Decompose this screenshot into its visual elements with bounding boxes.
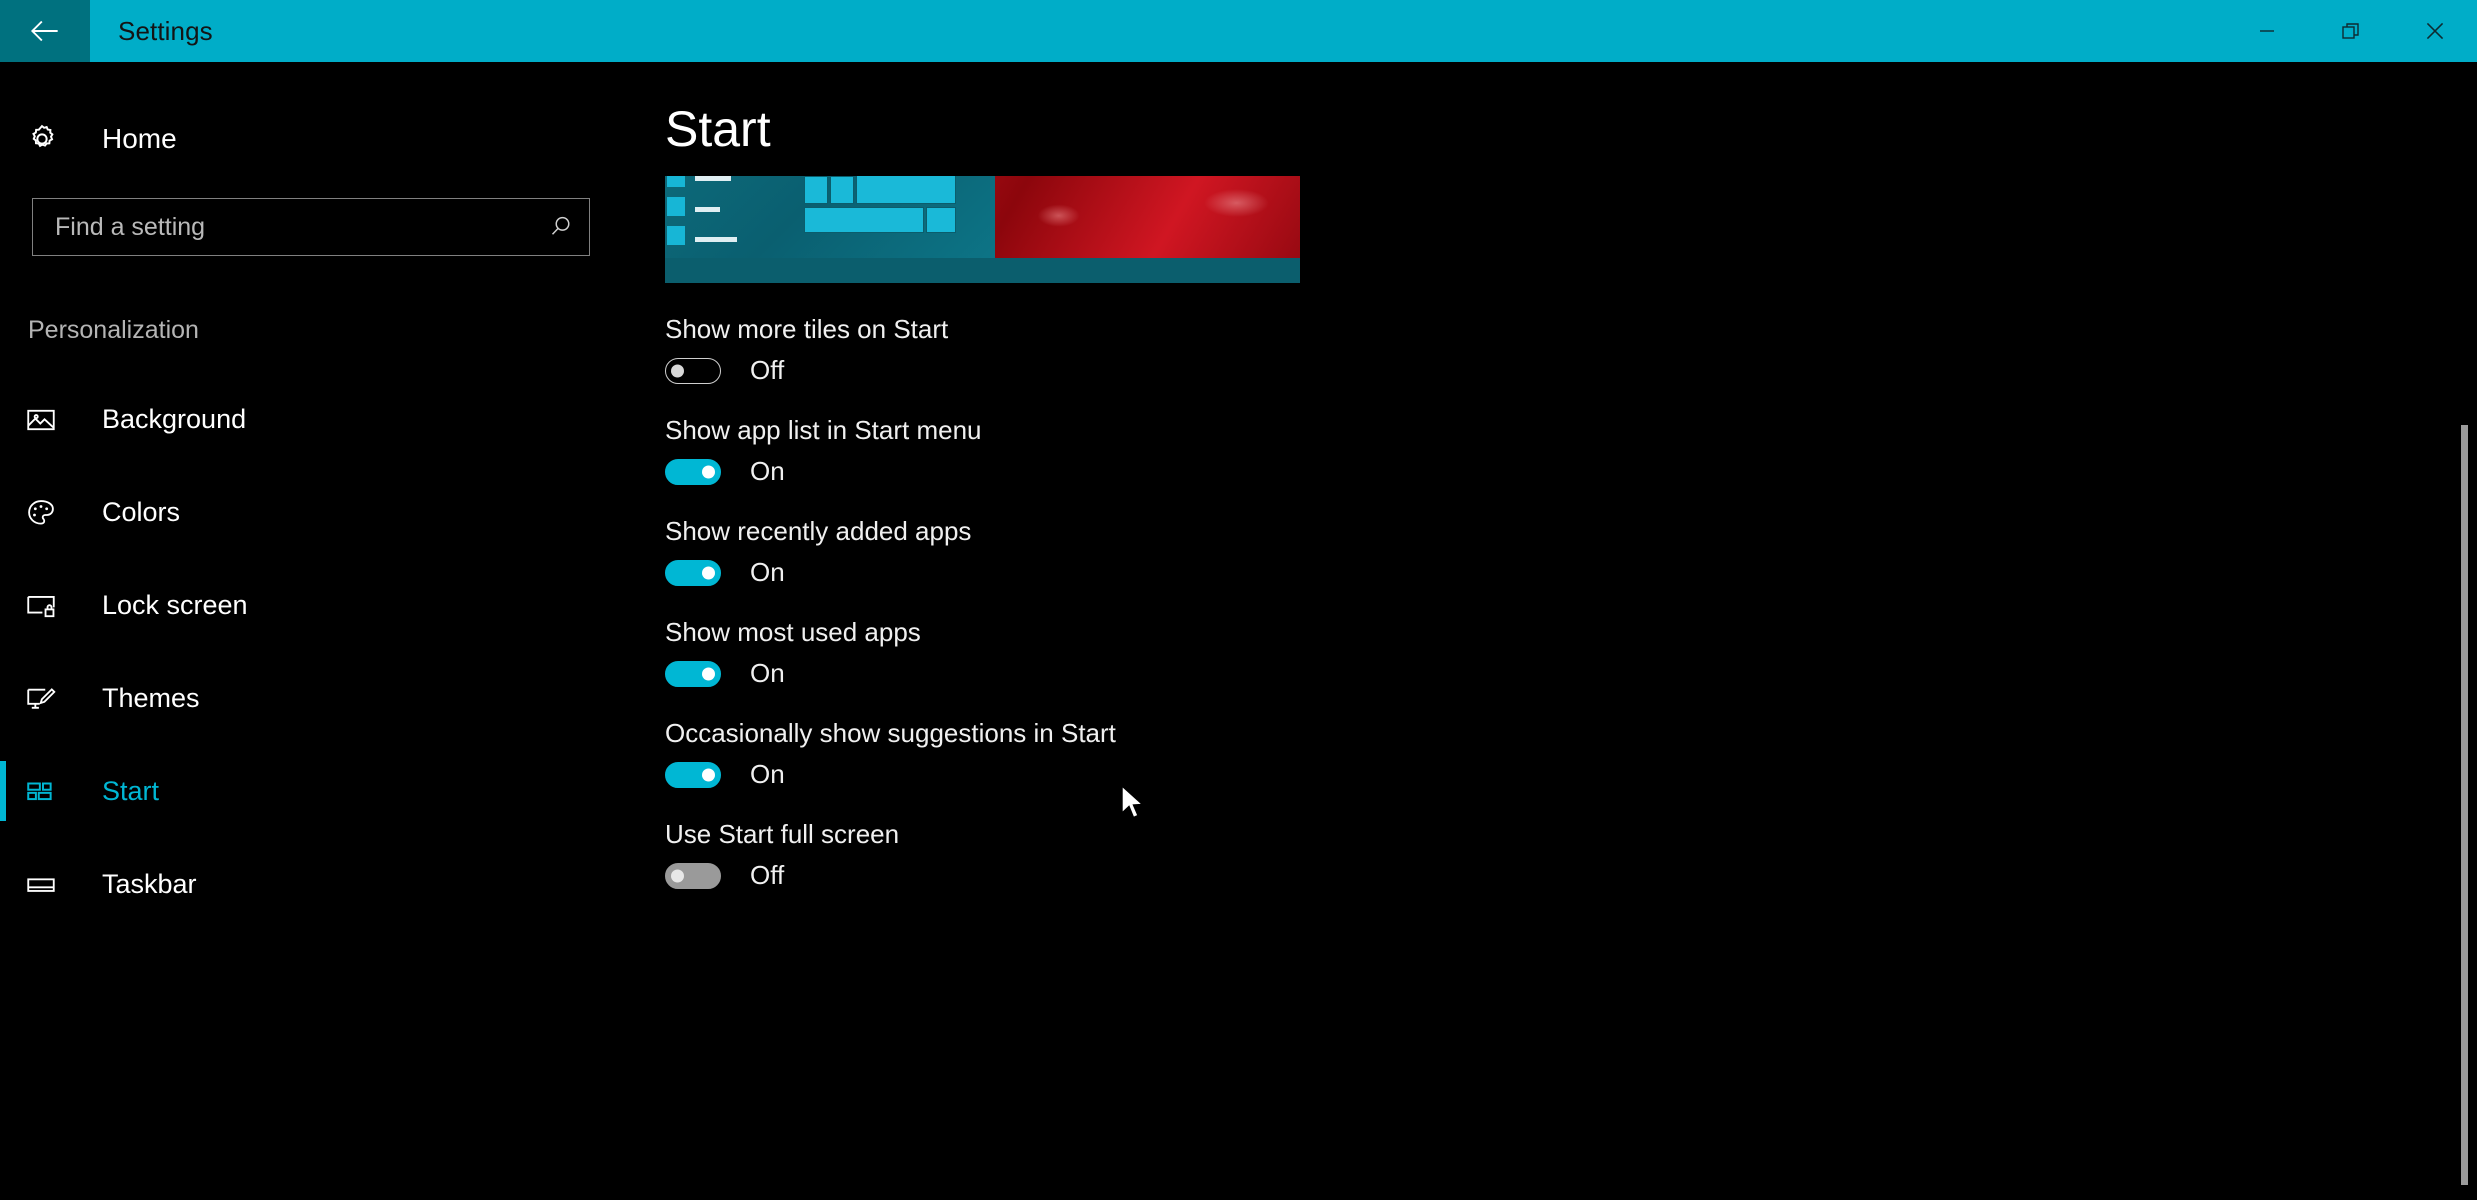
start-tiles-icon: [24, 775, 80, 809]
search-input[interactable]: [33, 199, 531, 255]
sidebar-item-taskbar-label: Taskbar: [102, 869, 197, 899]
back-button[interactable]: [0, 0, 90, 62]
toggle-knob: [702, 465, 715, 478]
lock-screen-icon: [24, 589, 80, 623]
picture-icon: [24, 403, 80, 437]
preview-taskbar: [665, 258, 1300, 283]
gear-icon: [24, 121, 80, 157]
toggle-knob: [671, 364, 684, 377]
sidebar-item-themes-label: Themes: [102, 683, 200, 713]
sidebar-item-colors[interactable]: Colors: [0, 466, 660, 559]
sidebar-item-start[interactable]: Start: [0, 745, 660, 838]
setting-show-most-used-apps: Show most used apps On: [665, 617, 1665, 689]
start-menu-preview-image: [665, 176, 1300, 283]
sidebar-item-background-label: Background: [102, 404, 247, 434]
setting-label: Occasionally show suggestions in Start: [665, 718, 1116, 748]
sidebar-item-start-label: Start: [102, 776, 160, 806]
toggle-show-recently-added-apps[interactable]: [665, 559, 721, 586]
sidebar-item-home[interactable]: Home: [0, 104, 660, 174]
page-title: Start: [665, 101, 771, 157]
toggle-knob: [702, 667, 715, 680]
sidebar-item-themes[interactable]: Themes: [0, 652, 660, 745]
setting-label: Show most used apps: [665, 617, 921, 647]
search-icon[interactable]: [531, 212, 589, 242]
toggle-show-app-list[interactable]: [665, 458, 721, 485]
palette-icon: [24, 496, 80, 530]
sidebar-item-home-label: Home: [102, 123, 177, 154]
toggle-knob: [702, 768, 715, 781]
start-menu-preview: [665, 176, 1300, 283]
sidebar-item-background[interactable]: Background: [0, 373, 660, 466]
sidebar-item-lock-screen[interactable]: Lock screen: [0, 559, 660, 652]
toggle-state-label: On: [750, 759, 785, 789]
setting-label: Show recently added apps: [665, 516, 972, 546]
setting-show-app-list: Show app list in Start menu On: [665, 415, 1665, 487]
settings-list: Show more tiles on Start Off Show app li…: [665, 314, 1665, 920]
taskbar-icon: [24, 868, 80, 902]
restore-button[interactable]: [2309, 0, 2393, 62]
toggle-state-label: Off: [750, 860, 785, 890]
setting-label: Use Start full screen: [665, 819, 900, 849]
preview-icon-rail: [665, 176, 687, 259]
toggle-knob: [702, 566, 715, 579]
sidebar-item-colors-label: Colors: [102, 497, 181, 527]
toggle-state-label: On: [750, 658, 785, 688]
setting-label: Show app list in Start menu: [665, 415, 982, 445]
app-title: Settings: [118, 15, 213, 46]
setting-show-more-tiles: Show more tiles on Start Off: [665, 314, 1665, 386]
close-button[interactable]: [2393, 0, 2477, 62]
window-controls: [2225, 0, 2477, 62]
title-bar: Settings: [0, 0, 2477, 62]
search-box[interactable]: [32, 198, 590, 256]
restore-icon: [2342, 23, 2359, 39]
setting-label: Show more tiles on Start: [665, 314, 949, 344]
scrollbar-thumb[interactable]: [2461, 425, 2468, 1185]
sidebar-nav: Background Colors Lock screen Themes Sta…: [0, 373, 660, 931]
minimize-icon: [2260, 30, 2274, 32]
toggle-show-more-tiles[interactable]: [665, 357, 721, 384]
toggle-state-label: On: [750, 456, 785, 486]
toggle-use-start-full-screen[interactable]: [665, 862, 721, 889]
sidebar-item-lock-screen-label: Lock screen: [102, 590, 248, 620]
close-icon: [2426, 22, 2444, 40]
vertical-scrollbar[interactable]: [2461, 62, 2468, 1200]
toggle-knob: [671, 869, 684, 882]
toggle-show-most-used-apps[interactable]: [665, 660, 721, 687]
toggle-state-label: On: [750, 557, 785, 587]
setting-use-start-full-screen: Use Start full screen Off: [665, 819, 1665, 891]
sidebar: Home Personalization Background: [0, 62, 660, 1200]
setting-show-suggestions: Occasionally show suggestions in Start O…: [665, 718, 1665, 790]
toggle-show-suggestions[interactable]: [665, 761, 721, 788]
sidebar-group-title: Personalization: [28, 316, 199, 344]
themes-brush-icon: [24, 682, 80, 716]
setting-show-recently-added-apps: Show recently added apps On: [665, 516, 1665, 588]
back-arrow-icon: [30, 20, 58, 42]
sidebar-item-taskbar[interactable]: Taskbar: [0, 838, 660, 931]
main-content: Start Show more tiles on Start Off Show …: [660, 62, 2477, 1200]
minimize-button[interactable]: [2225, 0, 2309, 62]
toggle-state-label: Off: [750, 355, 785, 385]
